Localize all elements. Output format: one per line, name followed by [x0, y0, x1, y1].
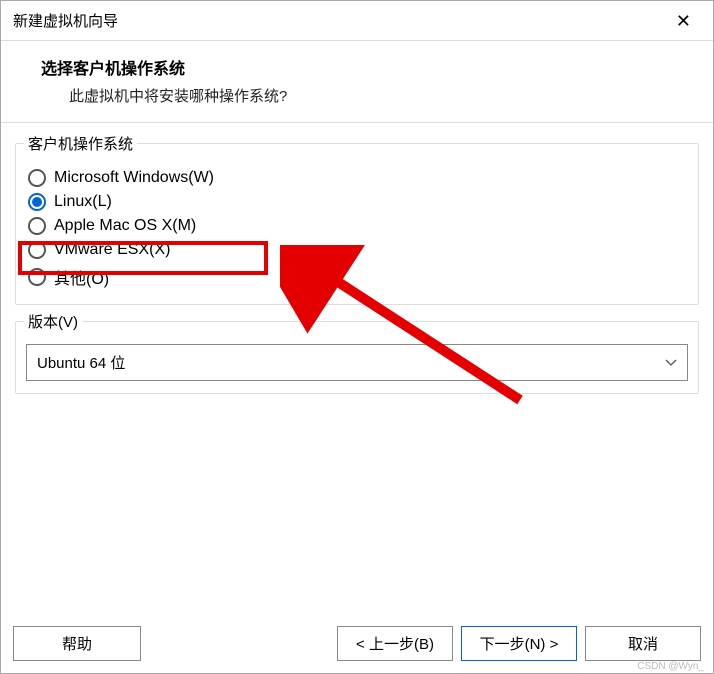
watermark-text: CSDN @Wyn_ [637, 661, 704, 672]
radio-option-linux[interactable]: Linux(L) [26, 190, 688, 214]
os-group-title: 客户机操作系统 [24, 133, 137, 154]
footer: 帮助 < 上一步(B) 下一步(N) > 取消 [1, 616, 713, 673]
version-groupbox: 版本(V) Ubuntu 64 位 [15, 321, 699, 394]
wizard-dialog: 新建虚拟机向导 ✕ 选择客户机操作系统 此虚拟机中将安装哪种操作系统? 客户机操… [0, 0, 714, 674]
radio-option-windows[interactable]: Microsoft Windows(W) [26, 166, 688, 190]
window-title: 新建虚拟机向导 [13, 10, 118, 31]
radio-option-other[interactable]: 其他(O) [26, 262, 688, 292]
version-group-title: 版本(V) [24, 311, 82, 332]
next-button[interactable]: 下一步(N) > [461, 626, 577, 661]
radio-option-vmware-esx[interactable]: VMware ESX(X) [26, 238, 688, 262]
title-bar: 新建虚拟机向导 ✕ [1, 1, 713, 41]
chevron-down-icon [665, 356, 677, 370]
radio-label: Linux(L) [54, 193, 112, 211]
version-dropdown[interactable]: Ubuntu 64 位 [26, 344, 688, 381]
radio-label: Microsoft Windows(W) [54, 169, 214, 187]
cancel-button[interactable]: 取消 [585, 626, 701, 661]
back-button[interactable]: < 上一步(B) [337, 626, 453, 661]
radio-option-macos[interactable]: Apple Mac OS X(M) [26, 214, 688, 238]
help-button[interactable]: 帮助 [13, 626, 141, 661]
header-subtext: 此虚拟机中将安装哪种操作系统? [41, 85, 703, 106]
radio-label: VMware ESX(X) [54, 241, 170, 259]
content-area: 客户机操作系统 Microsoft Windows(W) Linux(L) Ap… [1, 123, 713, 616]
radio-icon [28, 169, 46, 187]
radio-icon [28, 241, 46, 259]
radio-label: 其他(O) [54, 265, 109, 289]
os-groupbox: 客户机操作系统 Microsoft Windows(W) Linux(L) Ap… [15, 143, 699, 305]
radio-icon [28, 217, 46, 235]
wizard-header: 选择客户机操作系统 此虚拟机中将安装哪种操作系统? [1, 41, 713, 123]
close-icon[interactable]: ✕ [666, 8, 701, 34]
radio-icon [28, 193, 46, 211]
dropdown-value: Ubuntu 64 位 [37, 352, 125, 373]
radio-icon [28, 268, 46, 286]
header-heading: 选择客户机操作系统 [41, 55, 703, 79]
radio-label: Apple Mac OS X(M) [54, 217, 196, 235]
footer-right: < 上一步(B) 下一步(N) > 取消 [337, 626, 701, 661]
